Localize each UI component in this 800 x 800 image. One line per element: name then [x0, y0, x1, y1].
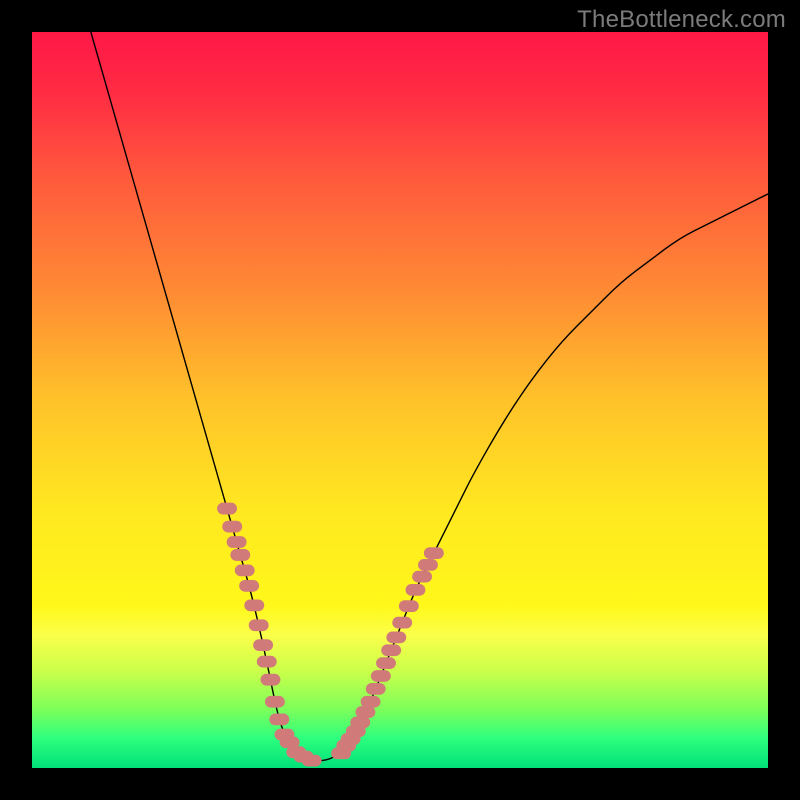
marker-pill	[269, 714, 289, 726]
marker-pill	[257, 656, 277, 668]
chart-curve	[32, 32, 768, 768]
marker-pill	[350, 716, 370, 728]
marker-pill	[418, 559, 438, 571]
marker-pill	[253, 639, 273, 651]
marker-pill	[244, 599, 264, 611]
marker-pill	[249, 619, 269, 631]
marker-pill	[376, 657, 396, 669]
marker-pill	[355, 706, 375, 718]
marker-pill	[302, 755, 322, 767]
marker-pill	[235, 564, 255, 576]
marker-pill	[217, 503, 237, 515]
marker-pill	[265, 696, 285, 708]
marker-pill	[406, 584, 426, 596]
marker-pill	[371, 670, 391, 682]
marker-pill	[399, 600, 419, 612]
marker-pill	[412, 571, 432, 583]
marker-pill	[386, 631, 406, 643]
marker-pill	[392, 617, 412, 629]
marker-pill	[424, 547, 444, 559]
marker-pill	[361, 696, 381, 708]
marker-pill	[222, 521, 242, 533]
marker-pill	[230, 549, 250, 561]
marker-pill	[227, 536, 247, 548]
plot-area	[32, 32, 768, 768]
marker-pill	[381, 644, 401, 656]
marker-pill	[366, 683, 386, 695]
marker-pill	[239, 580, 259, 592]
watermark-text: TheBottleneck.com	[577, 6, 786, 34]
marker-pill	[261, 674, 281, 686]
chart-stage: TheBottleneck.com	[0, 0, 800, 800]
